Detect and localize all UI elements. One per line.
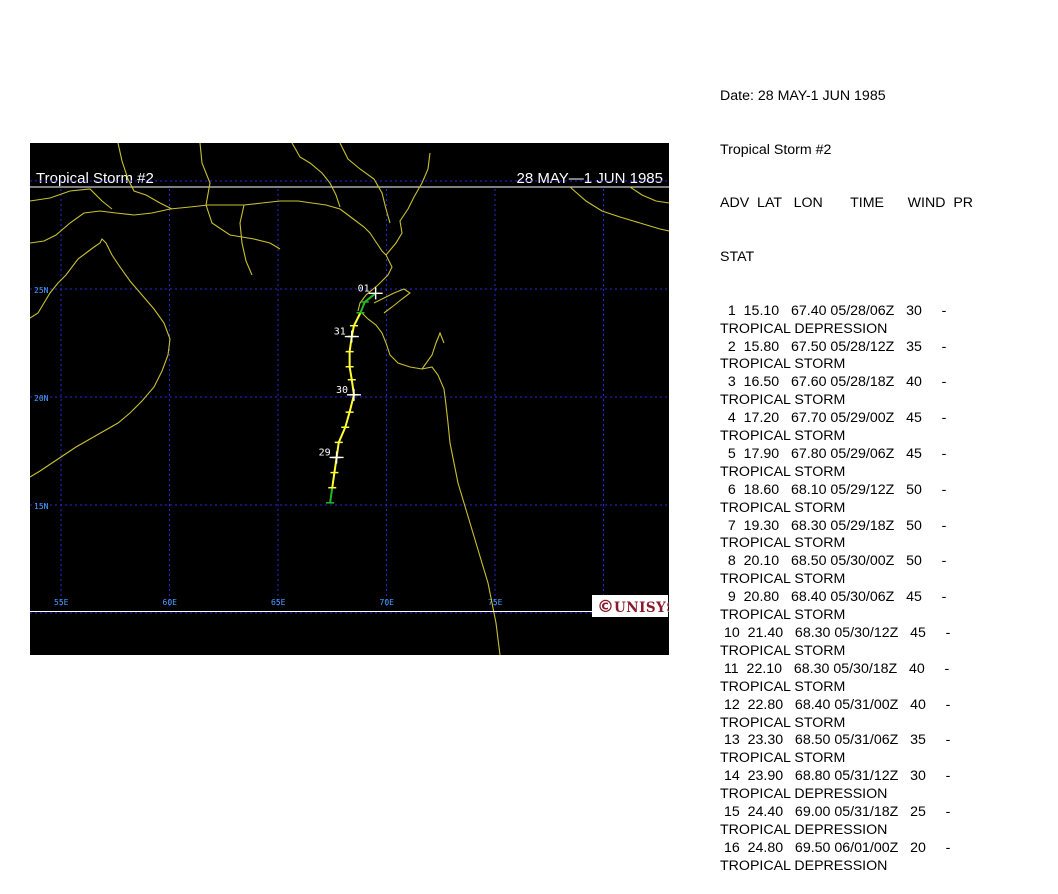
- advisory-row: 9 20.80 68.40 05/30/06Z 45 -: [720, 589, 947, 606]
- advisory-row: 14 23.90 68.80 05/31/12Z 30 -: [720, 768, 951, 785]
- unisys-logo-text: UNISYS: [614, 600, 669, 616]
- advisory-status: TROPICAL STORM: [720, 714, 846, 731]
- advisory-status: TROPICAL STORM: [720, 642, 846, 659]
- coast-cambay: [421, 331, 445, 370]
- advisory-status: TROPICAL STORM: [720, 535, 846, 552]
- advisory-status: TROPICAL DEPRESSION: [720, 320, 888, 337]
- map-bottom-panel-frame: [30, 611, 669, 612]
- advisory-status: TROPICAL STORM: [720, 392, 846, 409]
- lon-label: 65E: [271, 598, 286, 607]
- advisory-status: TROPICAL DEPRESSION: [720, 821, 888, 838]
- copyright-icon: ©: [597, 597, 614, 617]
- day-marker: [346, 388, 361, 401]
- track-segment: [331, 472, 336, 488]
- lat-lon-grid: 25N 20N 15N 55E 60E 65E 70E 75E: [30, 180, 669, 614]
- advisory-status: TROPICAL STORM: [720, 678, 846, 695]
- advisory-row: 2 15.80 67.50 05/28/12Z 35 -: [720, 338, 947, 355]
- table-header-stat: STAT: [720, 248, 755, 265]
- advisory-status: TROPICAL STORM: [720, 463, 846, 480]
- advisory-status: TROPICAL STORM: [720, 356, 846, 373]
- storm-track: [326, 287, 383, 504]
- advisory-status: TROPICAL STORM: [720, 428, 846, 445]
- track-segment: [344, 411, 351, 428]
- border-pak-north: [339, 143, 391, 224]
- advisory-row: 6 18.60 68.10 05/29/12Z 50 -: [720, 481, 947, 498]
- advisory-row: 15 24.40 69.00 05/31/18Z 25 -: [720, 804, 951, 821]
- border-iran-b: [199, 143, 281, 250]
- advisory-row: 8 20.10 68.50 05/30/00Z 50 -: [720, 553, 947, 570]
- advisory-row: 5 17.90 67.80 05/29/06Z 45 -: [720, 445, 947, 462]
- advisory-row: 10 21.40 68.30 05/30/12Z 45 -: [720, 625, 951, 641]
- day-label: 01: [358, 283, 370, 294]
- track-segment: [359, 301, 366, 314]
- map-header-dates: 28 MAY—1 JUN 1985: [517, 170, 663, 187]
- advisory-status: TROPICAL DEPRESSION: [720, 857, 888, 874]
- advisory-row: 4 17.20 67.70 05/29/00Z 45 -: [720, 410, 947, 427]
- border-pak-india: [385, 152, 431, 256]
- advisory-row: 7 19.30 68.30 05/29/18Z 50 -: [720, 517, 947, 534]
- lon-label: 75E: [488, 598, 503, 607]
- date-line: Date: 28 MAY-1 JUN 1985: [720, 87, 886, 104]
- map-header-title: Tropical Storm #2: [36, 170, 154, 187]
- border-iran-c: [291, 143, 341, 208]
- day-label: 29: [319, 447, 331, 458]
- day-marker: [329, 451, 344, 464]
- advisory-rows: 1 15.10 67.40 05/28/06Z 30 - TROPICAL DEP…: [720, 303, 1040, 876]
- advisory-row: 3 16.50 67.60 05/28/18Z 40 -: [720, 374, 947, 391]
- lon-label: 70E: [380, 598, 395, 607]
- lat-label: 20N: [34, 394, 49, 403]
- advisory-status: TROPICAL DEPRESSION: [720, 786, 888, 803]
- border-india-east: [569, 186, 669, 232]
- border-afghan: [239, 204, 253, 276]
- lat-label: 25N: [34, 286, 49, 295]
- lon-label: 60E: [163, 598, 178, 607]
- advisory-row: 12 22.80 68.40 05/31/00Z 40 -: [720, 696, 951, 713]
- advisory-row: 16 24.80 69.50 06/01/00Z 20 -: [720, 839, 951, 856]
- day-label: 31: [334, 327, 346, 338]
- coast-iran-pakistan: [30, 200, 387, 256]
- unisys-logo: © UNISYS: [592, 595, 669, 617]
- day-label: 30: [336, 385, 348, 396]
- advisory-status: TROPICAL STORM: [720, 750, 846, 767]
- day-marker: [344, 330, 359, 343]
- storm-name-line: Tropical Storm #2: [720, 141, 832, 158]
- track-segment: [337, 426, 347, 443]
- advisory-listing: Date: 28 MAY-1 JUN 1985 Tropical Storm #…: [720, 52, 1040, 894]
- track-segment: [348, 366, 353, 380]
- map-canvas: Tropical Storm #2 28 MAY—1 JUN 1985 25N2…: [30, 143, 669, 655]
- track-segment: [353, 312, 362, 327]
- lon-label: 55E: [54, 598, 69, 607]
- coastline: [30, 143, 669, 655]
- coast-gulf: [30, 188, 113, 210]
- advisory-row: 11 22.10 68.30 05/30/18Z 40 -: [720, 660, 950, 677]
- advisory-row: 1 15.10 67.40 05/28/06Z 30 -: [720, 302, 947, 319]
- storm-track-map: Tropical Storm #2 28 MAY—1 JUN 1985 25N 2…: [30, 143, 669, 655]
- advisory-row: 13 23.30 68.50 05/31/06Z 35 -: [720, 732, 951, 749]
- advisory-status: TROPICAL STORM: [720, 499, 846, 516]
- coast-arabia: [30, 238, 171, 478]
- advisory-status: TROPICAL STORM: [720, 571, 846, 588]
- table-header: ADV LAT LON TIME WIND PR: [720, 195, 974, 212]
- advisory-status: TROPICAL STORM: [720, 607, 846, 624]
- track-segment: [329, 487, 334, 503]
- border-india-east-b: [629, 186, 669, 204]
- lat-label: 15N: [34, 502, 49, 511]
